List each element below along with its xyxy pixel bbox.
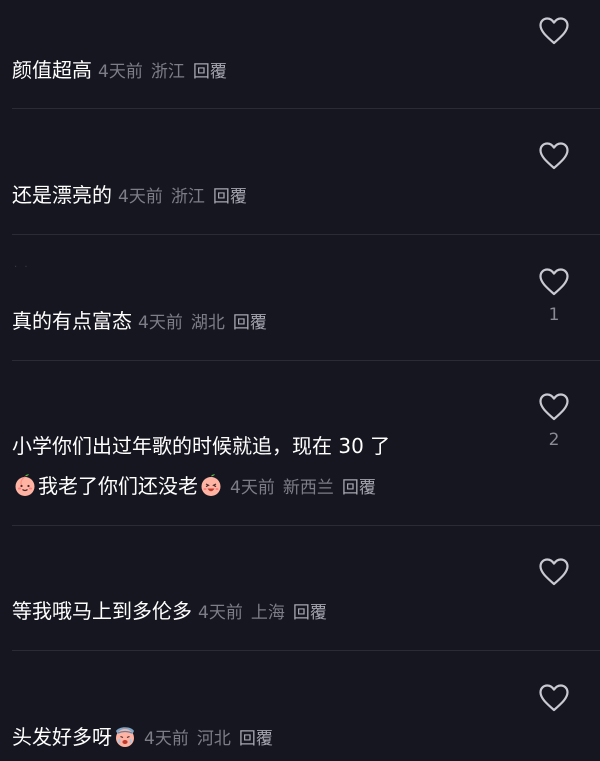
comment-location: 湖北	[190, 313, 225, 333]
comment-time: 4天前	[118, 187, 163, 207]
like-count: 2	[548, 430, 560, 450]
like-button[interactable]	[536, 141, 572, 179]
comment-item: 颜值超高 4天前 浙江 回覆	[0, 0, 600, 109]
like-button[interactable]	[536, 683, 572, 721]
reply-button[interactable]: 回覆	[239, 729, 273, 749]
comment-location: 上海	[250, 603, 285, 623]
comment-text-row: 等我哦马上到多伦多 4天前 上海 回覆	[12, 597, 335, 627]
like-button[interactable]: 1	[536, 267, 572, 325]
comment-text: 真的有点富态	[12, 309, 132, 333]
comment-text: 头发好多呀	[12, 725, 112, 749]
heart-icon	[539, 684, 569, 712]
comment-location: 河北	[196, 729, 231, 749]
comment-text: 等我哦马上到多伦多	[12, 599, 192, 623]
comment-text: 小学你们出过年歌的时候就追，现在 30 了	[12, 434, 391, 458]
peach-smile-emoji	[15, 474, 35, 496]
comment-time: 4天前	[138, 313, 183, 333]
comment-text-row: 还是漂亮的 4天前 浙江 回覆	[12, 181, 255, 211]
comment-text-row: 头发好多呀 4天前 河北 回覆	[12, 723, 281, 753]
like-count: 1	[548, 305, 560, 325]
comment-text: 还是漂亮的	[12, 183, 112, 207]
peach-laugh-emoji	[201, 474, 221, 496]
comment-time: 4天前	[98, 62, 143, 82]
comment-text: 颜值超高	[12, 58, 92, 82]
like-button[interactable]: 2	[536, 392, 572, 450]
heart-icon	[539, 17, 569, 45]
like-button[interactable]	[536, 557, 572, 595]
reply-button[interactable]: 回覆	[213, 187, 247, 207]
divider	[12, 234, 600, 235]
comment-location: 浙江	[170, 187, 205, 207]
heart-icon	[539, 558, 569, 586]
comment-location: 新西兰	[282, 478, 334, 498]
heart-icon	[539, 268, 569, 296]
comment-location: 浙江	[150, 62, 185, 82]
comment-time: 4天前	[144, 729, 189, 749]
comment-text: 我老了你们还没老	[38, 474, 198, 498]
divider	[12, 108, 600, 109]
heart-icon	[539, 142, 569, 170]
reply-button[interactable]: 回覆	[293, 603, 327, 623]
divider	[12, 525, 600, 526]
divider	[12, 360, 600, 361]
reply-button[interactable]: 回覆	[342, 478, 376, 498]
peach-cry-emoji	[116, 727, 134, 747]
reply-button[interactable]: 回覆	[193, 62, 227, 82]
divider	[12, 650, 600, 651]
comment-list: 颜值超高 4天前 浙江 回覆 还是漂亮的 4天前 浙江 回覆 · · 真的有点富态 4天前 湖北…	[0, 0, 600, 761]
comment-text-row: 我老了你们还没老 4天前 新西兰 回覆	[12, 472, 384, 502]
like-button[interactable]	[536, 16, 572, 54]
comment-text-row: 颜值超高 4天前 浙江 回覆	[12, 56, 235, 86]
comment-time: 4天前	[230, 478, 275, 498]
reply-button[interactable]: 回覆	[233, 313, 267, 333]
comment-time: 4天前	[198, 603, 243, 623]
comment-text-row: 真的有点富态 4天前 湖北 回覆	[12, 307, 275, 337]
heart-icon	[539, 393, 569, 421]
comment-username: · ·	[14, 262, 30, 273]
